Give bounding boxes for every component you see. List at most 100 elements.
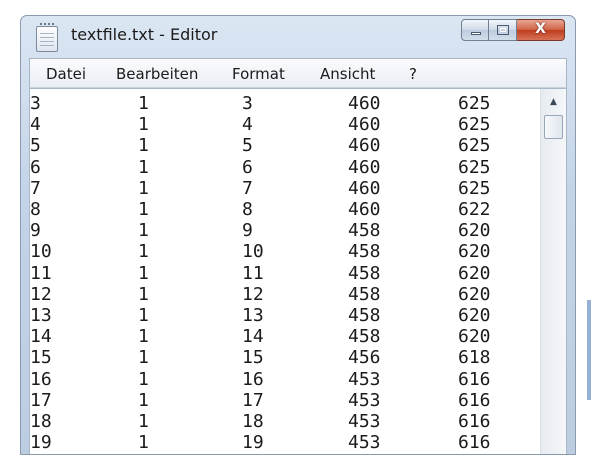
- text-line: 8 1 8 460 622: [30, 199, 540, 220]
- window-title: textfile.txt - Editor: [71, 25, 218, 44]
- text-value: 1: [138, 326, 149, 348]
- text-value: 18: [242, 411, 264, 432]
- text-value: 18: [30, 411, 52, 432]
- text-value: 620: [458, 283, 491, 305]
- text-value: 17: [30, 389, 52, 411]
- text-value: 14: [242, 326, 264, 348]
- text-value: 460: [348, 114, 381, 136]
- text-line: 14 1 14 458 620: [30, 326, 540, 347]
- text-value: 1: [138, 283, 149, 305]
- text-line: 10 1 10 458 620: [30, 241, 540, 262]
- text-value: 460: [348, 199, 381, 220]
- menu-ansicht[interactable]: Ansicht: [320, 65, 375, 83]
- text-value: 625: [458, 177, 491, 199]
- text-value: 616: [458, 368, 491, 390]
- editor-window: textfile.txt - Editor X Datei Bearbeiten…: [20, 15, 576, 455]
- text-value: 4: [30, 114, 41, 136]
- text-value: 1: [138, 177, 149, 199]
- text-value: 620: [458, 241, 491, 263]
- text-value: 618: [458, 347, 491, 369]
- maximize-button[interactable]: [489, 19, 517, 41]
- text-value: 12: [242, 283, 264, 305]
- text-value: 1: [138, 241, 149, 263]
- text-value: 1: [138, 432, 149, 454]
- menu-format[interactable]: Format: [232, 65, 285, 83]
- menu-datei[interactable]: Datei: [46, 65, 86, 83]
- text-line: 3 1 3 460 625: [30, 93, 540, 114]
- text-value: 620: [458, 262, 491, 284]
- text-value: 13: [30, 305, 52, 326]
- text-line: 9 1 9 458 620: [30, 220, 540, 241]
- text-value: 616: [458, 411, 491, 432]
- caption-buttons: X: [461, 19, 565, 41]
- text-value: 1: [138, 411, 149, 432]
- text-line: 6 1 6 460 625: [30, 157, 540, 178]
- text-value: 625: [458, 93, 491, 114]
- text-value: 14: [30, 326, 52, 348]
- text-value: 15: [30, 347, 52, 369]
- text-value: 625: [458, 135, 491, 157]
- close-button[interactable]: X: [517, 19, 565, 41]
- text-value: 9: [242, 220, 253, 242]
- text-value: 458: [348, 283, 381, 305]
- text-value: 12: [30, 283, 52, 305]
- text-line: 15 1 15 456 618: [30, 347, 540, 368]
- notepad-icon[interactable]: [36, 23, 58, 52]
- text-line: 19 1 19 453 616: [30, 432, 540, 453]
- text-value: 13: [242, 305, 264, 326]
- text-value: 620: [458, 326, 491, 348]
- text-value: 620: [458, 305, 491, 326]
- text-value: 15: [242, 347, 264, 369]
- text-value: 3: [242, 93, 253, 114]
- text-line: 11 1 11 458 620: [30, 263, 540, 284]
- text-value: 7: [30, 177, 41, 199]
- text-value: 456: [348, 347, 381, 369]
- scrollbar-thumb[interactable]: [544, 115, 563, 139]
- text-value: 1: [138, 347, 149, 369]
- minimize-icon: [471, 32, 481, 35]
- title-bar[interactable]: textfile.txt - Editor X: [21, 16, 575, 58]
- text-editor[interactable]: 3 1 3 460 625 4 1 4 460 625 5 1 5 460 625 6 1 6 460 625 7 1 7 4…: [29, 88, 567, 454]
- text-line: 17 1 17 453 616: [30, 390, 540, 411]
- scroll-up-arrow-icon[interactable]: ▲: [544, 93, 563, 112]
- vertical-scrollbar[interactable]: ▲: [540, 89, 566, 454]
- text-value: 4: [242, 114, 253, 136]
- menu-bar: Datei Bearbeiten Format Ansicht ?: [29, 58, 567, 88]
- text-value: 8: [30, 199, 41, 220]
- text-value: 458: [348, 220, 381, 242]
- text-value: 453: [348, 411, 381, 432]
- text-value: 10: [242, 241, 264, 263]
- minimize-button[interactable]: [461, 19, 489, 41]
- text-value: 6: [30, 156, 41, 178]
- text-value: 460: [348, 135, 381, 157]
- text-value: 16: [30, 368, 52, 390]
- text-value: 19: [242, 432, 264, 454]
- text-value: 1: [138, 368, 149, 390]
- text-value: 1: [138, 305, 149, 326]
- text-value: 3: [30, 93, 41, 114]
- text-value: 458: [348, 326, 381, 348]
- window-frame-edge: [587, 300, 591, 400]
- menu-bearbeiten[interactable]: Bearbeiten: [116, 65, 198, 83]
- text-value: 620: [458, 220, 491, 242]
- text-value: 1: [138, 389, 149, 411]
- text-content[interactable]: 3 1 3 460 625 4 1 4 460 625 5 1 5 460 625 6 1 6 460 625 7 1 7 4…: [30, 89, 540, 454]
- text-value: 1: [138, 199, 149, 220]
- text-value: 11: [242, 262, 264, 284]
- text-value: 616: [458, 432, 491, 454]
- text-value: 16: [242, 368, 264, 390]
- text-line: 18 1 18 453 616: [30, 411, 540, 432]
- text-value: 458: [348, 262, 381, 284]
- text-line: 13 1 13 458 620: [30, 305, 540, 326]
- text-value: 1: [138, 93, 149, 114]
- text-value: 6: [242, 156, 253, 178]
- menu-help[interactable]: ?: [409, 65, 417, 83]
- text-value: 460: [348, 156, 381, 178]
- text-value: 453: [348, 368, 381, 390]
- text-value: 453: [348, 389, 381, 411]
- text-line: 16 1 16 453 616: [30, 369, 540, 390]
- text-value: 1: [138, 156, 149, 178]
- text-value: 622: [458, 199, 491, 220]
- close-icon: X: [535, 21, 546, 37]
- text-value: 458: [348, 241, 381, 263]
